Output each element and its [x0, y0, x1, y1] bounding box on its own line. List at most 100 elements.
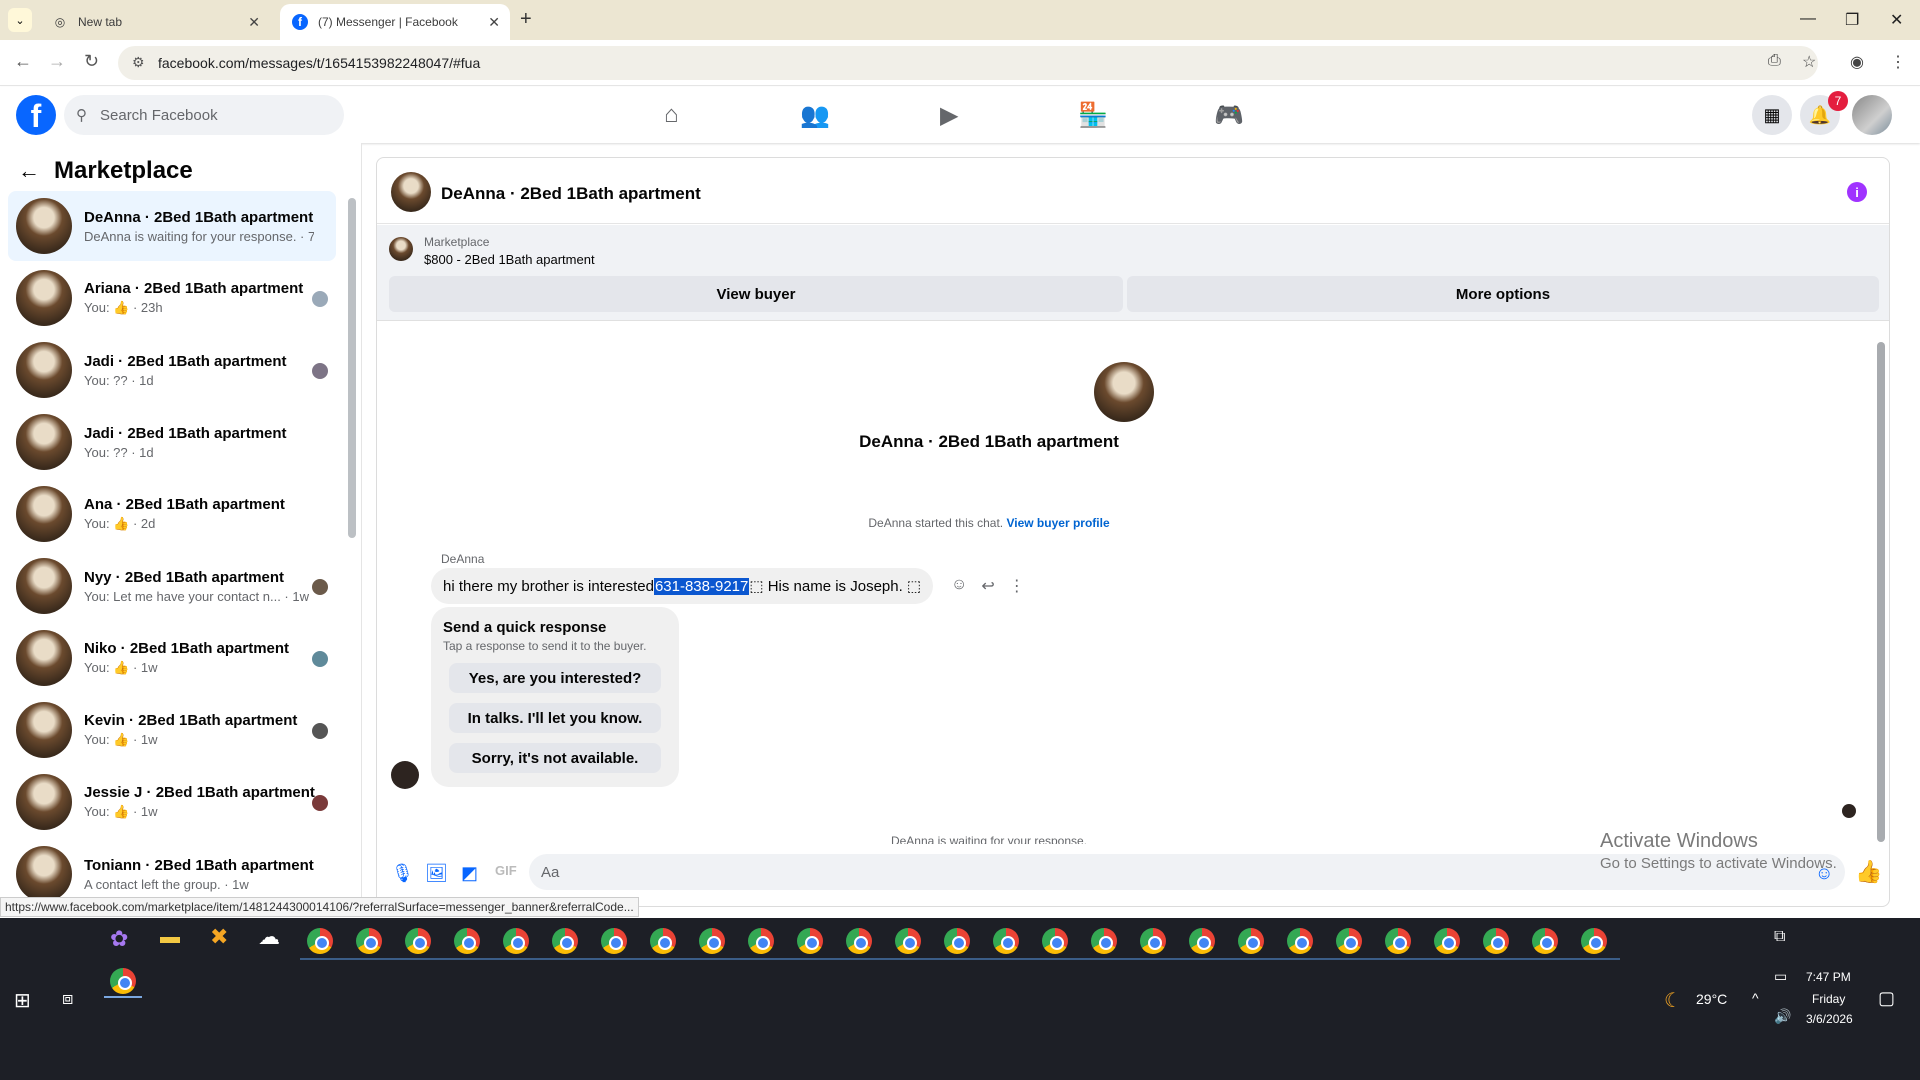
friends-icon[interactable]: 👥 [800, 101, 830, 130]
reload-icon[interactable]: ↻ [84, 51, 99, 72]
photo-icon[interactable]: 🖼 [425, 863, 448, 884]
menu-grid-icon[interactable]: ▦ [1752, 95, 1792, 135]
chat-scrollbar[interactable] [1877, 342, 1885, 842]
message-bubble[interactable]: hi there my brother is interested 631-83… [431, 568, 934, 604]
conversation-item[interactable]: DeAnna · 2Bed 1Bath apartment DeAnna is w… [8, 191, 336, 261]
more-actions-icon[interactable]: ⋮ [1009, 576, 1025, 596]
search-facebook-input[interactable]: ⚲ Search Facebook [64, 95, 344, 135]
chrome-taskbar-icon[interactable] [895, 928, 921, 954]
chrome-taskbar-icon[interactable] [846, 928, 872, 954]
chrome-taskbar-icon[interactable] [454, 928, 480, 954]
conversation-item[interactable]: Jadi · 2Bed 1Bath apartment You: ?? · 1d [8, 335, 336, 405]
gaming-icon[interactable]: 🎮 [1214, 101, 1244, 130]
volume-icon[interactable]: 🔊 [1774, 1008, 1791, 1025]
new-tab-icon[interactable]: + [520, 8, 532, 31]
chrome-taskbar-icon[interactable] [1140, 928, 1166, 954]
info-icon[interactable]: i [1847, 182, 1867, 202]
conversation-item[interactable]: Ana · 2Bed 1Bath apartment You: 👍 · 2d [8, 479, 336, 549]
chrome-taskbar-icon[interactable] [1238, 928, 1264, 954]
chrome-taskbar-icon[interactable] [110, 968, 136, 994]
chrome-taskbar-icon[interactable] [1091, 928, 1117, 954]
minimize-icon[interactable]: — [1800, 10, 1816, 28]
sticker-icon[interactable]: ◩ [461, 863, 478, 884]
clock-time[interactable]: 7:47 PM [1806, 970, 1851, 984]
profile-icon[interactable]: ◉ [1850, 52, 1864, 72]
chrome-taskbar-icon[interactable] [797, 928, 823, 954]
account-avatar[interactable] [1852, 95, 1892, 135]
sidebar-scrollbar[interactable] [348, 198, 356, 538]
chrome-taskbar-icon[interactable] [1385, 928, 1411, 954]
quick-response-button[interactable]: Sorry, it's not available. [449, 743, 661, 773]
show-hidden-icons-icon[interactable]: ^ [1752, 990, 1759, 1006]
facebook-logo-icon[interactable]: f [16, 95, 56, 135]
restore-icon[interactable]: ❐ [1845, 10, 1859, 30]
chrome-taskbar-icon[interactable] [1042, 928, 1068, 954]
forward-icon[interactable]: → [48, 51, 66, 72]
marketplace-icon[interactable]: 🏪 [1078, 101, 1108, 130]
chrome-taskbar-icon[interactable] [944, 928, 970, 954]
chrome-taskbar-icon[interactable] [650, 928, 676, 954]
gif-icon[interactable]: GIF [495, 863, 517, 878]
chrome-taskbar-icon[interactable] [1483, 928, 1509, 954]
network-icon[interactable]: ▭ [1774, 968, 1787, 985]
chrome-taskbar-icon[interactable] [552, 928, 578, 954]
microphone-icon[interactable]: 🎙 [391, 863, 414, 884]
app-icon[interactable]: ✖ [210, 924, 228, 950]
quick-response-button[interactable]: Yes, are you interested? [449, 663, 661, 693]
bookmark-star-icon[interactable]: ☆ [1802, 52, 1816, 72]
chrome-taskbar-icon[interactable] [307, 928, 333, 954]
tab-messenger[interactable]: f (7) Messenger | Facebook ✕ [280, 4, 510, 40]
window-close-icon[interactable]: ✕ [1890, 10, 1903, 30]
tab-search-icon[interactable]: ⌄ [8, 8, 32, 32]
more-options-button[interactable]: More options [1127, 276, 1879, 312]
conversation-item[interactable]: Jessie J · 2Bed 1Bath apartment You: 👍 · … [8, 767, 336, 837]
chrome-taskbar-icon[interactable] [601, 928, 627, 954]
chrome-menu-icon[interactable]: ⋮ [1890, 52, 1906, 72]
listing-title[interactable]: $800 - 2Bed 1Bath apartment [424, 252, 595, 267]
back-icon[interactable]: ← [14, 51, 32, 72]
view-buyer-profile-link[interactable]: View buyer profile [1006, 516, 1109, 530]
chrome-taskbar-icon[interactable] [1532, 928, 1558, 954]
home-icon[interactable]: ⌂ [664, 101, 679, 129]
react-emoji-icon[interactable]: ☺ [951, 576, 967, 596]
chrome-taskbar-icon[interactable] [1287, 928, 1313, 954]
quick-response-button[interactable]: In talks. I'll let you know. [449, 703, 661, 733]
conversation-item[interactable]: Kevin · 2Bed 1Bath apartment You: 👍 · 1w [8, 695, 336, 765]
close-tab-icon[interactable]: ✕ [488, 14, 500, 31]
close-tab-icon[interactable]: ✕ [248, 14, 260, 31]
chrome-taskbar-icon[interactable] [1189, 928, 1215, 954]
video-icon[interactable]: ▶ [940, 101, 958, 130]
task-view-icon[interactable]: ⧈ [62, 988, 73, 1009]
temperature[interactable]: 29°C [1696, 991, 1727, 1007]
app-icon[interactable]: ☁ [258, 924, 280, 950]
chrome-taskbar-icon[interactable] [1336, 928, 1362, 954]
chrome-taskbar-icon[interactable] [699, 928, 725, 954]
chrome-taskbar-icon[interactable] [993, 928, 1019, 954]
windows-start-icon[interactable]: ⊞ [14, 988, 31, 1013]
install-app-icon[interactable]: ⎙ [1768, 52, 1781, 70]
chrome-taskbar-icon[interactable] [1434, 928, 1460, 954]
view-buyer-button[interactable]: View buyer [389, 276, 1123, 312]
task-view-icon[interactable]: ⧉ [1774, 928, 1785, 946]
copilot-icon[interactable]: ✿ [110, 926, 128, 952]
tab-new-tab[interactable]: ◎ New tab ✕ [40, 4, 270, 40]
notification-center-icon[interactable]: ▢ [1878, 988, 1895, 1009]
reply-icon[interactable]: ↩ [981, 576, 994, 596]
chrome-taskbar-icon[interactable] [356, 928, 382, 954]
sender-avatar[interactable] [391, 761, 419, 789]
chrome-taskbar-icon[interactable] [1581, 928, 1607, 954]
chrome-taskbar-icon[interactable] [503, 928, 529, 954]
thumbs-up-icon[interactable]: 👍 [1855, 859, 1882, 885]
chat-title[interactable]: DeAnna · 2Bed 1Bath apartment [441, 184, 701, 204]
back-arrow-icon[interactable]: ← [18, 158, 40, 184]
chrome-taskbar-icon[interactable] [748, 928, 774, 954]
file-explorer-icon[interactable]: ▬ [160, 926, 180, 949]
conversation-item[interactable]: Ariana · 2Bed 1Bath apartment You: 👍 · 23… [8, 263, 336, 333]
selected-phone-number[interactable]: 631-838-9217 [653, 577, 750, 595]
chrome-taskbar-icon[interactable] [405, 928, 431, 954]
listing-thumbnail[interactable] [391, 172, 431, 212]
conversation-item[interactable]: Jadi · 2Bed 1Bath apartment You: ?? · 1d [8, 407, 336, 477]
conversation-item[interactable]: Niko · 2Bed 1Bath apartment You: 👍 · 1w [8, 623, 336, 693]
site-info-icon[interactable]: ⚙ [132, 54, 145, 71]
address-bar[interactable]: ⚙ facebook.com/messages/t/16541539822480… [118, 46, 1818, 80]
